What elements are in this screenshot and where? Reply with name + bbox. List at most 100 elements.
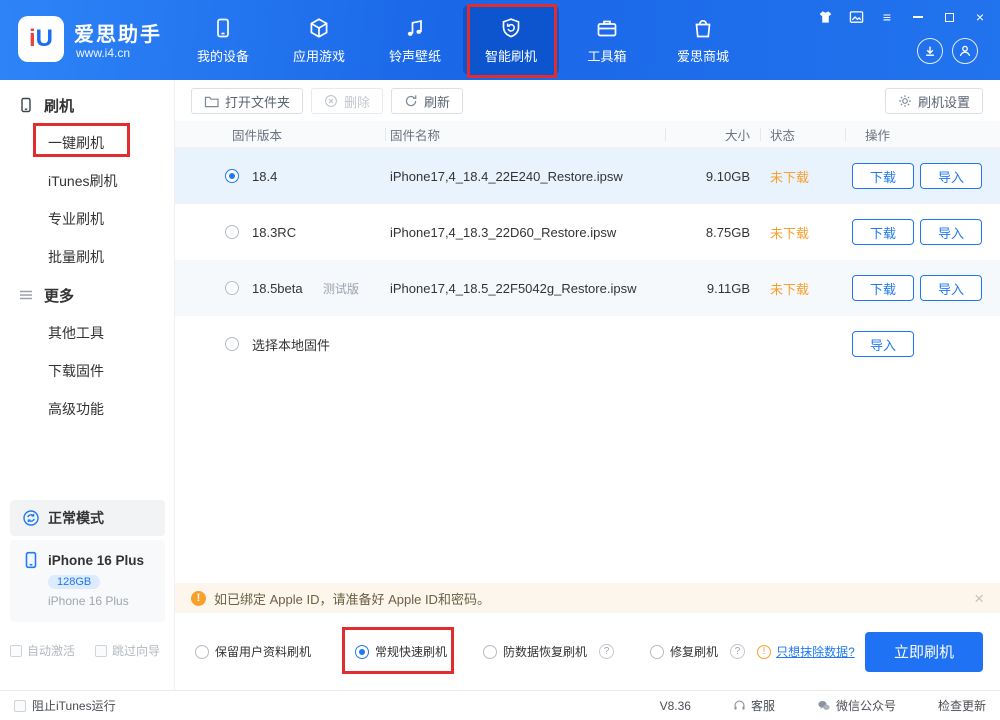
option-normal-fast-flash[interactable]: 常规快速刷机	[355, 643, 447, 660]
sidebar-item-pro-flash[interactable]: 专业刷机	[0, 200, 174, 238]
phone-icon	[18, 97, 34, 113]
skin-icon[interactable]	[817, 9, 833, 25]
download-button[interactable]: 下载	[852, 219, 914, 245]
firmware-status: 未下载	[760, 223, 845, 242]
import-button[interactable]: 导入	[920, 163, 982, 189]
import-button[interactable]: 导入	[920, 219, 982, 245]
refresh-button[interactable]: 刷新	[391, 88, 463, 114]
download-manager-icon[interactable]	[917, 38, 943, 64]
sidebar-item-download-firmware[interactable]: 下载固件	[0, 352, 174, 390]
firmware-name: iPhone17,4_18.4_22E240_Restore.ipsw	[385, 169, 665, 184]
firmware-radio[interactable]	[225, 225, 239, 239]
firmware-status: 未下载	[760, 279, 845, 298]
option-radio[interactable]	[355, 645, 369, 659]
window-controls: ≡ ×	[817, 9, 988, 25]
firmware-size: 9.11GB	[665, 281, 760, 296]
firmware-status: 未下载	[760, 167, 845, 186]
warning-icon: !	[191, 591, 206, 606]
app-logo[interactable]: iU	[18, 16, 64, 62]
option-radio[interactable]	[483, 645, 497, 659]
connected-device-card[interactable]: iPhone 16 Plus 128GB iPhone 16 Plus	[10, 540, 165, 622]
option-radio[interactable]	[195, 645, 209, 659]
download-button[interactable]: 下载	[852, 163, 914, 189]
maximize-icon[interactable]	[941, 9, 957, 25]
auto-activate-checkbox[interactable]: 自动激活	[10, 642, 75, 659]
firmware-size: 9.10GB	[665, 169, 760, 184]
close-icon[interactable]: ×	[972, 9, 988, 25]
download-button[interactable]: 下载	[852, 275, 914, 301]
help-icon[interactable]: ?	[599, 644, 614, 659]
sidebar-item-other-tools[interactable]: 其他工具	[0, 314, 174, 352]
link-label: 微信公众号	[836, 697, 896, 714]
column-header-name: 固件名称	[385, 121, 665, 147]
option-anti-data-recovery[interactable]: 防数据恢复刷机 ?	[483, 643, 614, 660]
gear-icon	[898, 94, 912, 108]
button-label: 刷新	[424, 92, 450, 111]
customer-service-link[interactable]: 客服	[733, 697, 775, 714]
sidebar-item-advanced-features[interactable]: 高级功能	[0, 390, 174, 428]
checkbox-icon	[14, 700, 26, 712]
status-bar: 阻止iTunes运行 V8.36 客服 微信公众号 检查更新	[0, 690, 1000, 720]
flash-settings-button[interactable]: 刷机设置	[885, 88, 983, 114]
sidebar-section-title: 更多	[44, 285, 74, 306]
mode-switch-icon	[22, 509, 40, 527]
flash-now-button[interactable]: 立即刷机	[865, 632, 983, 672]
help-icon[interactable]: ?	[730, 644, 745, 659]
table-row-local-firmware[interactable]: 选择本地固件 导入	[175, 316, 1000, 372]
menu-icon[interactable]: ≡	[879, 9, 895, 25]
sidebar-item-itunes-flash[interactable]: iTunes刷机	[0, 162, 174, 200]
device-icon	[211, 16, 235, 40]
notice-close-icon[interactable]: ×	[974, 590, 984, 607]
sidebar-checkbox-row: 自动激活 跳过向导	[10, 642, 160, 659]
import-button[interactable]: 导入	[920, 275, 982, 301]
cube-icon	[307, 16, 331, 40]
link-label: 检查更新	[938, 697, 986, 714]
firmware-radio[interactable]	[225, 337, 239, 351]
link-label: 客服	[751, 697, 775, 714]
import-button[interactable]: 导入	[852, 331, 914, 357]
firmware-radio[interactable]	[225, 169, 239, 183]
wechat-official-link[interactable]: 微信公众号	[817, 697, 896, 714]
nav-label: 应用游戏	[293, 46, 345, 65]
notice-text: 如已绑定 Apple ID，请准备好 Apple ID和密码。	[214, 589, 490, 608]
sidebar-item-one-click-flash[interactable]: 一键刷机	[0, 124, 174, 162]
nav-tab-my-devices[interactable]: 我的设备	[175, 5, 271, 75]
nav-tab-store[interactable]: 爱思商城	[655, 5, 751, 75]
open-folder-button[interactable]: 打开文件夹	[191, 88, 303, 114]
option-label: 防数据恢复刷机	[503, 643, 587, 660]
sidebar-item-batch-flash[interactable]: 批量刷机	[0, 238, 174, 276]
option-label: 常规快速刷机	[375, 643, 447, 660]
apple-id-notice: ! 如已绑定 Apple ID，请准备好 Apple ID和密码。 ×	[175, 583, 1000, 613]
wechat-icon	[817, 699, 831, 712]
option-radio[interactable]	[650, 645, 664, 659]
table-row[interactable]: 18.3RC iPhone17,4_18.3_22D60_Restore.ips…	[175, 204, 1000, 260]
mini-window-icon[interactable]	[848, 9, 864, 25]
option-repair-flash[interactable]: 修复刷机 ?	[650, 643, 745, 660]
nav-tab-ringtones-wallpapers[interactable]: 铃声壁纸	[367, 5, 463, 75]
block-itunes-checkbox[interactable]: 阻止iTunes运行	[14, 697, 116, 714]
firmware-radio[interactable]	[225, 281, 239, 295]
briefcase-icon	[595, 16, 619, 40]
checkbox-label: 跳过向导	[112, 642, 160, 659]
table-row[interactable]: 18.4 iPhone17,4_18.4_22E240_Restore.ipsw…	[175, 148, 1000, 204]
brand-url: www.i4.cn	[76, 46, 130, 60]
user-account-icon[interactable]	[952, 38, 978, 64]
nav-tab-apps-games[interactable]: 应用游戏	[271, 5, 367, 75]
table-row[interactable]: 18.5beta 测试版 iPhone17,4_18.5_22F5042g_Re…	[175, 260, 1000, 316]
nav-tab-toolbox[interactable]: 工具箱	[559, 5, 655, 75]
nav-tab-smart-flash[interactable]: 智能刷机	[463, 5, 559, 75]
minimize-icon[interactable]	[910, 9, 926, 25]
delete-button[interactable]: 删除	[311, 88, 383, 114]
nav-label: 铃声壁纸	[389, 46, 441, 65]
sidebar: 刷机 一键刷机 iTunes刷机 专业刷机 批量刷机 更多 其他工具 下载固件 …	[0, 80, 175, 690]
option-keep-user-data[interactable]: 保留用户资料刷机	[195, 643, 311, 660]
check-update-link[interactable]: 检查更新	[938, 697, 986, 714]
skip-setup-checkbox[interactable]: 跳过向导	[95, 642, 160, 659]
checkbox-label: 自动激活	[27, 642, 75, 659]
refresh-icon	[404, 94, 418, 108]
mode-label: 正常模式	[48, 508, 104, 528]
device-mode-badge[interactable]: 正常模式	[10, 500, 165, 536]
erase-data-link[interactable]: 只想抹除数据?	[776, 643, 855, 660]
nav-label: 智能刷机	[485, 46, 537, 65]
table-header: 固件版本 固件名称 大小 状态 操作	[175, 121, 1000, 148]
